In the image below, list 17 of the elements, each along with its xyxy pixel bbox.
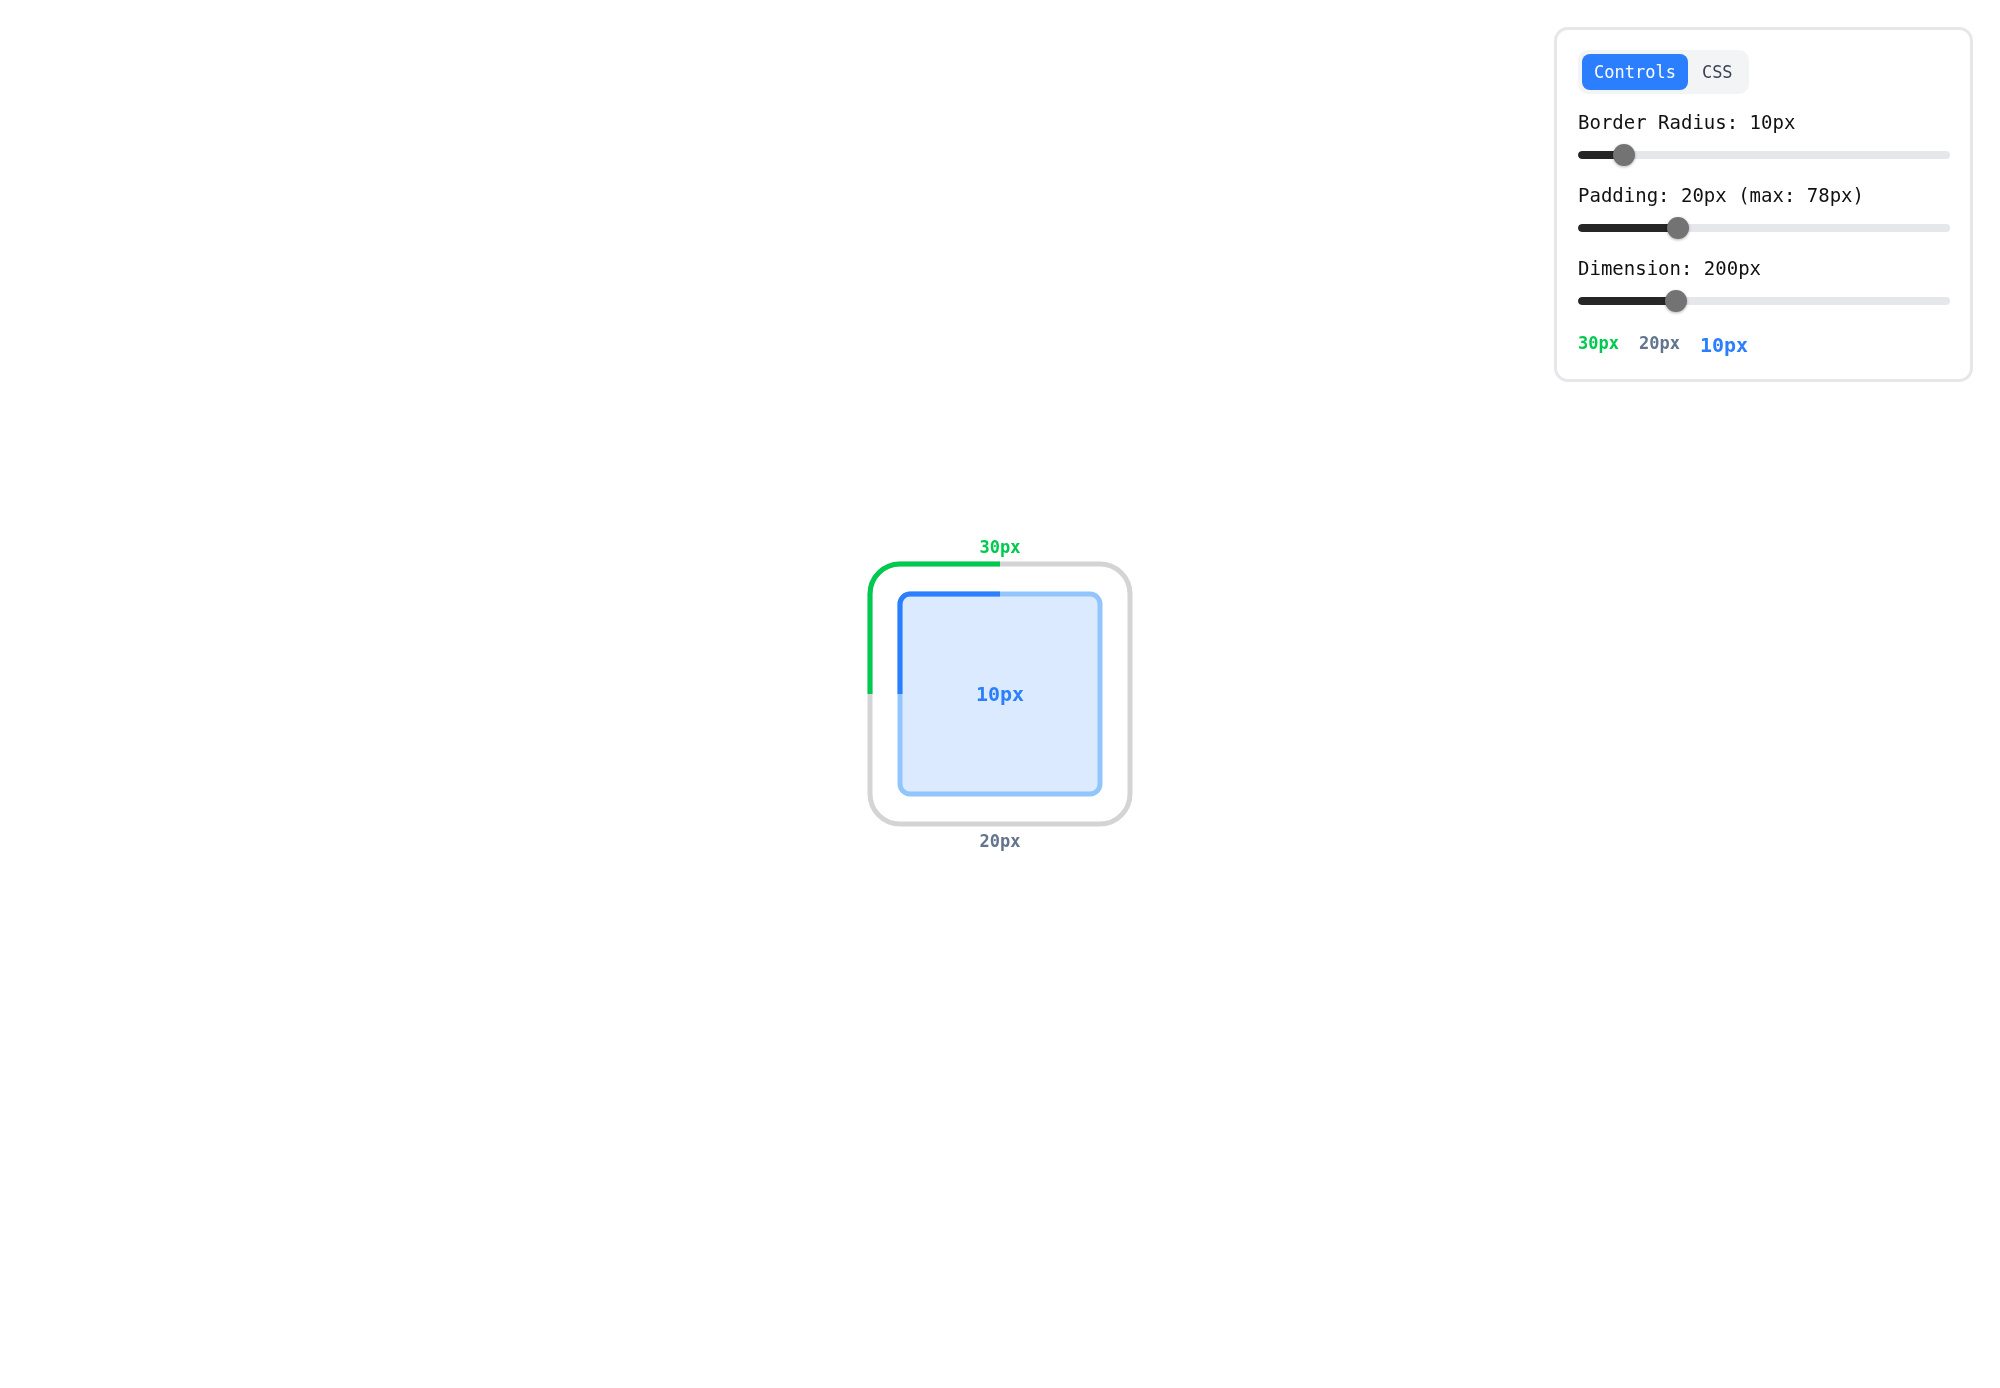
slider-label: Dimension: 200px bbox=[1578, 256, 1763, 281]
slider[interactable] bbox=[1578, 144, 1950, 166]
outer-radius-label: 30px bbox=[979, 537, 1021, 557]
slider-label: Border Radius: 10px bbox=[1578, 110, 1797, 135]
slider[interactable] bbox=[1578, 290, 1950, 312]
inner-radius-label: 10px bbox=[975, 684, 1025, 704]
padding-label: 20px bbox=[979, 831, 1021, 851]
tab[interactable]: Controls bbox=[1582, 54, 1688, 90]
slider-label: Padding: 20px (max: 78px) bbox=[1578, 183, 1865, 208]
tab[interactable]: CSS bbox=[1689, 54, 1745, 90]
slider-thumb[interactable] bbox=[1613, 144, 1636, 166]
slider-thumb[interactable] bbox=[1667, 217, 1690, 239]
slider[interactable] bbox=[1578, 217, 1950, 239]
padding-value: 20px bbox=[1638, 333, 1680, 353]
outer-radius-value: 30px bbox=[1578, 333, 1619, 353]
slider-thumb[interactable] bbox=[1664, 290, 1687, 312]
inner-radius-value: 10px bbox=[1699, 333, 1749, 357]
